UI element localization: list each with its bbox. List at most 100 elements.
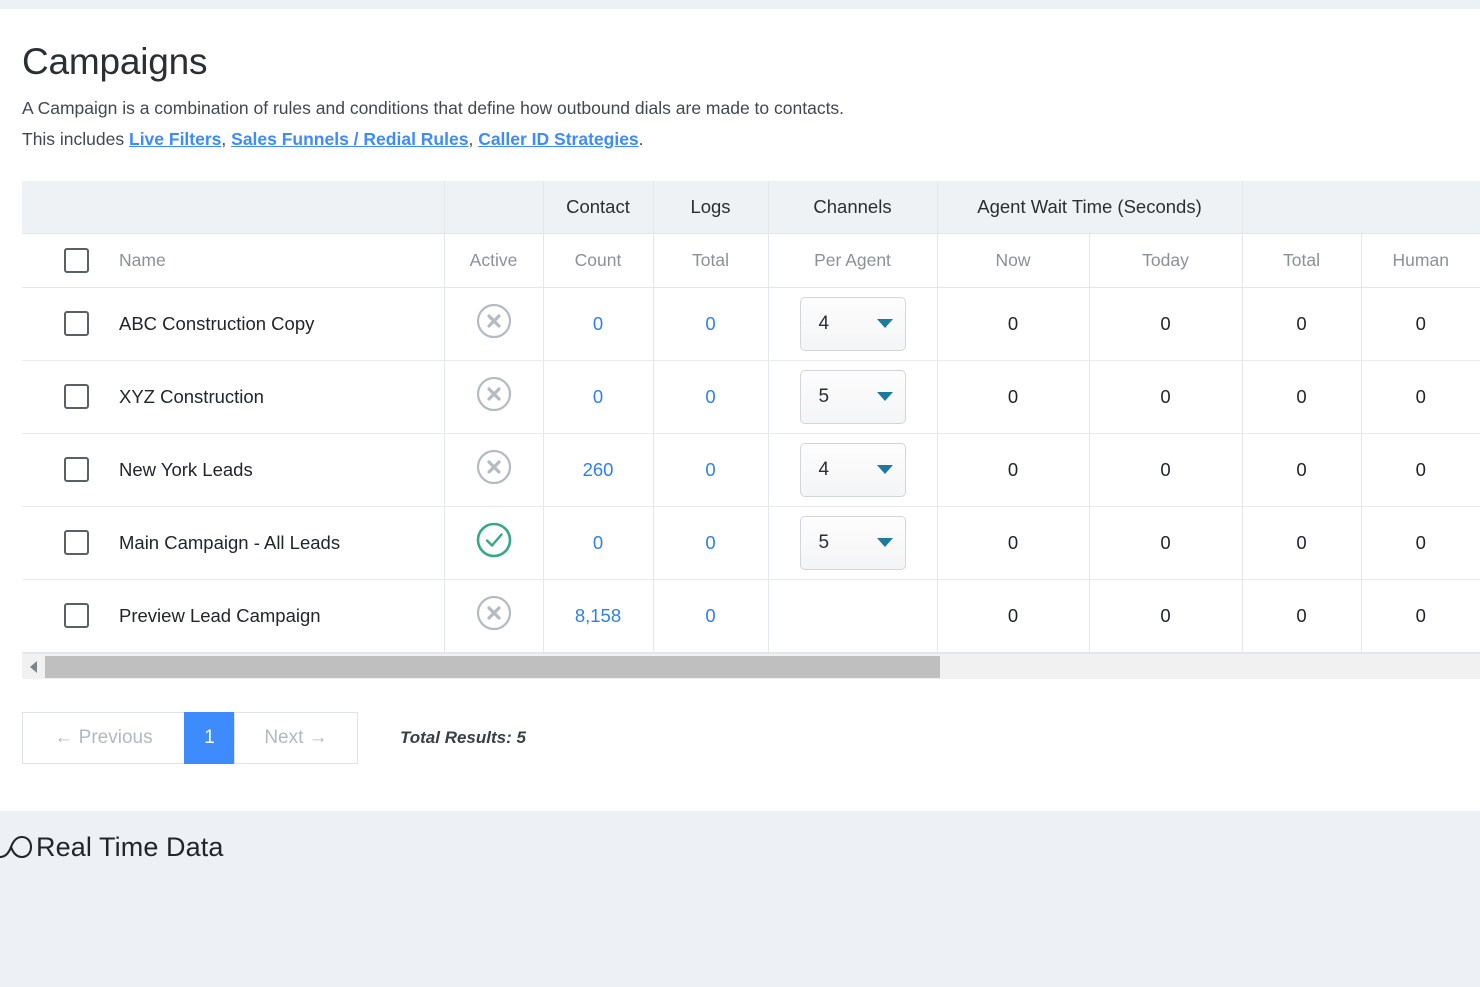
campaigns-page: Campaigns A Campaign is a combination of…: [0, 0, 1480, 987]
column-header-per-agent: Per Agent: [768, 233, 938, 288]
row-wait-today: 0: [1089, 287, 1243, 361]
row-active-cell[interactable]: [444, 433, 544, 507]
row-wait-now: 0: [937, 287, 1090, 361]
chevron-down-icon: [876, 392, 893, 402]
row-human: 0: [1361, 433, 1480, 507]
column-header-human: Human: [1361, 233, 1480, 288]
table-row[interactable]: Main Campaign - All Leads 0 0 5 0 0 0 0: [22, 506, 1480, 580]
circle-x-icon[interactable]: [474, 374, 514, 414]
table-row[interactable]: XYZ Construction 0 0 5 0 0 0 0: [22, 360, 1480, 434]
row-active-cell[interactable]: [444, 287, 544, 361]
row-name-cell: ABC Construction Copy: [22, 287, 445, 361]
row-checkbox[interactable]: [64, 457, 89, 483]
row-active-cell[interactable]: [444, 506, 544, 580]
link-live-filters[interactable]: Live Filters: [129, 129, 221, 149]
row-checkbox[interactable]: [64, 530, 89, 556]
circle-x-icon[interactable]: [474, 447, 514, 487]
row-total: 0: [1242, 579, 1362, 653]
page-content: Campaigns A Campaign is a combination of…: [0, 9, 1480, 764]
sep-2: ,: [468, 129, 479, 150]
chevron-down-icon: [876, 538, 893, 548]
row-contact-count[interactable]: 260: [543, 433, 654, 507]
page-description: A Campaign is a combination of rules and…: [0, 84, 1480, 157]
row-active-cell[interactable]: [444, 360, 544, 434]
row-total: 0: [1242, 287, 1362, 361]
column-header-name-label: Name: [119, 249, 166, 270]
group-agent-wait-time: Agent Wait Time (Seconds): [937, 181, 1243, 234]
real-time-data-section[interactable]: Real Time Data: [0, 811, 1480, 883]
per-agent-select[interactable]: 5: [799, 515, 906, 570]
column-header-wait-now: Now: [937, 233, 1090, 288]
column-header-active: Active: [444, 233, 544, 288]
row-contact-count[interactable]: 0: [543, 360, 654, 434]
group-blank-right: [1242, 181, 1480, 234]
sep-1: ,: [221, 129, 232, 150]
row-human: 0: [1361, 506, 1480, 580]
top-strip: [0, 0, 1480, 9]
per-agent-select-value: 5: [818, 385, 830, 407]
per-agent-select[interactable]: 4: [799, 442, 906, 497]
row-logs-total[interactable]: 0: [653, 360, 769, 434]
row-checkbox[interactable]: [64, 603, 89, 629]
row-name-label: XYZ Construction: [119, 385, 264, 407]
campaigns-table: Contact Logs Channels Agent Wait Time (S…: [22, 181, 1480, 653]
previous-page-button[interactable]: ← Previous: [22, 711, 185, 764]
pagination: ← Previous 1 Next → Total Results: 5: [22, 711, 1480, 764]
page-number-1-button[interactable]: 1: [184, 711, 235, 764]
row-logs-total[interactable]: 0: [653, 506, 769, 580]
column-header-logs-total: Total: [653, 233, 769, 288]
chevron-down-icon: [876, 465, 893, 475]
campaigns-table-container: Contact Logs Channels Agent Wait Time (S…: [22, 181, 1480, 653]
row-contact-count[interactable]: 0: [543, 506, 654, 580]
row-total: 0: [1242, 360, 1362, 434]
link-sales-funnels-redial-rules[interactable]: Sales Funnels / Redial Rules: [231, 129, 468, 149]
description-prefix: This includes: [22, 129, 129, 150]
per-agent-select[interactable]: 5: [799, 369, 906, 424]
row-per-agent-cell: 5: [768, 506, 938, 580]
row-name-label: Main Campaign - All Leads: [119, 531, 341, 553]
row-checkbox[interactable]: [64, 311, 89, 337]
per-agent-select[interactable]: 4: [799, 296, 906, 351]
circle-x-icon[interactable]: [474, 301, 514, 341]
per-agent-select-value: 5: [818, 531, 830, 553]
table-column-header-row: Name Active Count Total Per Agent Now To…: [22, 233, 1480, 288]
row-name-label: ABC Construction Copy: [119, 312, 315, 334]
row-logs-total[interactable]: 0: [653, 433, 769, 507]
table-row[interactable]: Preview Lead Campaign 8,158 0 0 0 0 0: [22, 579, 1480, 653]
row-total: 0: [1242, 433, 1362, 507]
group-logs: Logs: [653, 181, 769, 234]
scrollbar-thumb[interactable]: [45, 655, 940, 678]
column-header-total: Total: [1242, 233, 1362, 288]
circle-x-icon[interactable]: [474, 593, 514, 633]
next-page-button[interactable]: Next →: [234, 711, 358, 764]
table-head: Contact Logs Channels Agent Wait Time (S…: [22, 181, 1480, 288]
horizontal-scrollbar[interactable]: [22, 652, 1480, 680]
scroll-left-arrow-icon[interactable]: [22, 654, 44, 680]
row-wait-today: 0: [1089, 433, 1243, 507]
select-all-checkbox[interactable]: [64, 247, 89, 273]
row-wait-now: 0: [937, 579, 1090, 653]
row-per-agent-cell: 4: [768, 433, 938, 507]
per-agent-select-value: 4: [818, 458, 830, 480]
group-channels: Channels: [768, 181, 938, 234]
table-row[interactable]: ABC Construction Copy 0 0 4 0 0 0 0: [22, 287, 1480, 361]
column-header-name: Name: [22, 233, 445, 288]
row-name-cell: XYZ Construction: [22, 360, 445, 434]
row-contact-count[interactable]: 0: [543, 287, 654, 361]
chevron-down-icon: [876, 319, 893, 329]
row-wait-today: 0: [1089, 360, 1243, 434]
table-body: ABC Construction Copy 0 0 4 0 0 0 0 XYZ Construc…: [22, 287, 1480, 653]
row-name-label: Preview Lead Campaign: [119, 604, 321, 626]
column-header-contact-count: Count: [543, 233, 654, 288]
row-name-cell: Main Campaign - All Leads: [22, 506, 445, 580]
row-wait-now: 0: [937, 433, 1090, 507]
row-contact-count[interactable]: 8,158: [543, 579, 654, 653]
link-caller-id-strategies[interactable]: Caller ID Strategies: [478, 129, 638, 149]
table-row[interactable]: New York Leads 260 0 4 0 0 0 0: [22, 433, 1480, 507]
row-checkbox[interactable]: [64, 384, 89, 410]
row-active-cell[interactable]: [444, 579, 544, 653]
row-logs-total[interactable]: 0: [653, 287, 769, 361]
row-logs-total[interactable]: 0: [653, 579, 769, 653]
real-time-data-label: Real Time Data: [36, 831, 224, 862]
circle-check-icon[interactable]: [474, 520, 514, 560]
